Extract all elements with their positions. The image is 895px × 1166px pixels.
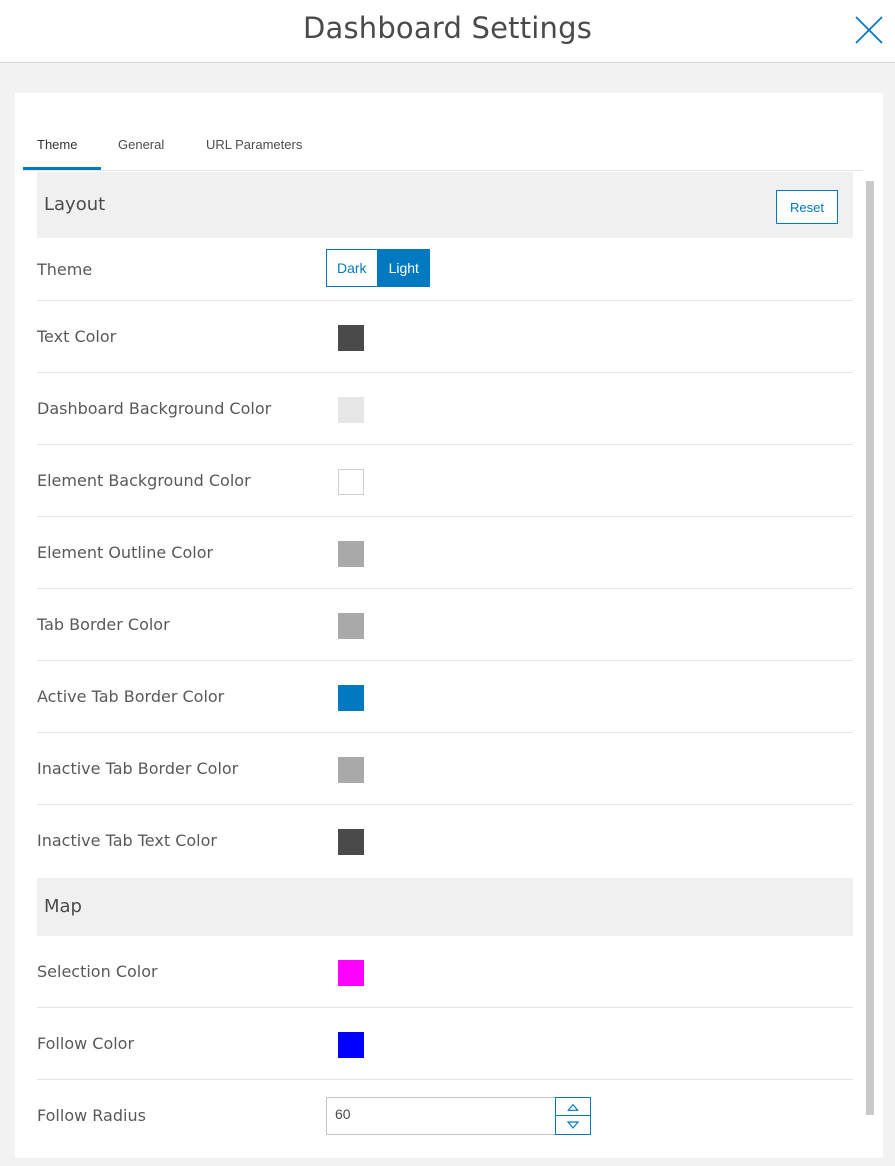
theme-dark-button[interactable]: Dark: [326, 249, 378, 287]
map-section-header: Map: [37, 878, 853, 936]
selection-color-swatch[interactable]: [338, 960, 364, 986]
inactive-tab-border-color-swatch[interactable]: [338, 757, 364, 783]
row-label: Element Background Color: [37, 471, 251, 490]
tab-url-parameters[interactable]: URL Parameters: [206, 137, 302, 152]
chevron-up-icon[interactable]: [556, 1098, 590, 1116]
active-tab-border-color-swatch[interactable]: [338, 685, 364, 711]
theme-label: Theme: [37, 260, 93, 279]
row-label: Active Tab Border Color: [37, 687, 225, 706]
row-label: Follow Color: [37, 1034, 135, 1053]
row-label: Text Color: [37, 327, 117, 346]
color-row-element-background: Element Background Color: [37, 445, 853, 517]
color-row-inactive-tab-border: Inactive Tab Border Color: [37, 733, 853, 805]
color-row-text: Text Color: [37, 301, 853, 373]
row-label: Inactive Tab Text Color: [37, 831, 217, 850]
dialog-title: Dashboard Settings: [302, 11, 593, 45]
dialog-header: Dashboard Settings: [0, 0, 895, 63]
follow-radius-stepper: [555, 1097, 591, 1135]
settings-content[interactable]: Layout Reset Theme Dark Light Text Color…: [37, 172, 853, 1158]
chevron-down-icon[interactable]: [556, 1116, 590, 1134]
theme-row: Theme Dark Light: [37, 238, 853, 301]
tab-general[interactable]: General: [118, 137, 164, 152]
active-tab-indicator: [23, 167, 101, 170]
color-row-tab-border: Tab Border Color: [37, 589, 853, 661]
element-background-color-swatch[interactable]: [338, 469, 364, 495]
tab-bar: Theme General URL Parameters: [23, 129, 863, 171]
reset-button[interactable]: Reset: [776, 190, 838, 224]
text-color-swatch[interactable]: [338, 325, 364, 351]
color-row-follow: Follow Color: [37, 1008, 853, 1080]
color-row-dashboard-background: Dashboard Background Color: [37, 373, 853, 445]
tab-theme[interactable]: Theme: [37, 137, 77, 152]
dashboard-background-color-swatch[interactable]: [338, 397, 364, 423]
row-label: Inactive Tab Border Color: [37, 759, 239, 778]
color-row-inactive-tab-text: Inactive Tab Text Color: [37, 805, 853, 878]
color-row-active-tab-border: Active Tab Border Color: [37, 661, 853, 733]
color-row-selection: Selection Color: [37, 936, 853, 1008]
theme-toggle: Dark Light: [326, 249, 430, 287]
follow-radius-input[interactable]: [335, 1106, 535, 1122]
row-label: Selection Color: [37, 962, 158, 981]
tab-border-color-swatch[interactable]: [338, 613, 364, 639]
row-label: Element Outline Color: [37, 543, 214, 562]
row-label: Follow Radius: [37, 1106, 146, 1125]
layout-section-header: Layout Reset: [37, 172, 853, 238]
follow-radius-field: [326, 1097, 591, 1135]
close-icon[interactable]: [852, 13, 886, 47]
settings-panel: Theme General URL Parameters Layout Rese…: [15, 93, 883, 1158]
theme-light-button[interactable]: Light: [377, 249, 430, 287]
map-section-title: Map: [44, 896, 82, 917]
inactive-tab-text-color-swatch[interactable]: [338, 829, 364, 855]
row-label: Tab Border Color: [37, 615, 170, 634]
scrollbar[interactable]: [866, 181, 874, 1115]
element-outline-color-swatch[interactable]: [338, 541, 364, 567]
row-label: Dashboard Background Color: [37, 399, 272, 418]
color-row-element-outline: Element Outline Color: [37, 517, 853, 589]
layout-section-title: Layout: [44, 194, 106, 215]
follow-color-swatch[interactable]: [338, 1032, 364, 1058]
follow-radius-row: Follow Radius: [37, 1080, 853, 1152]
